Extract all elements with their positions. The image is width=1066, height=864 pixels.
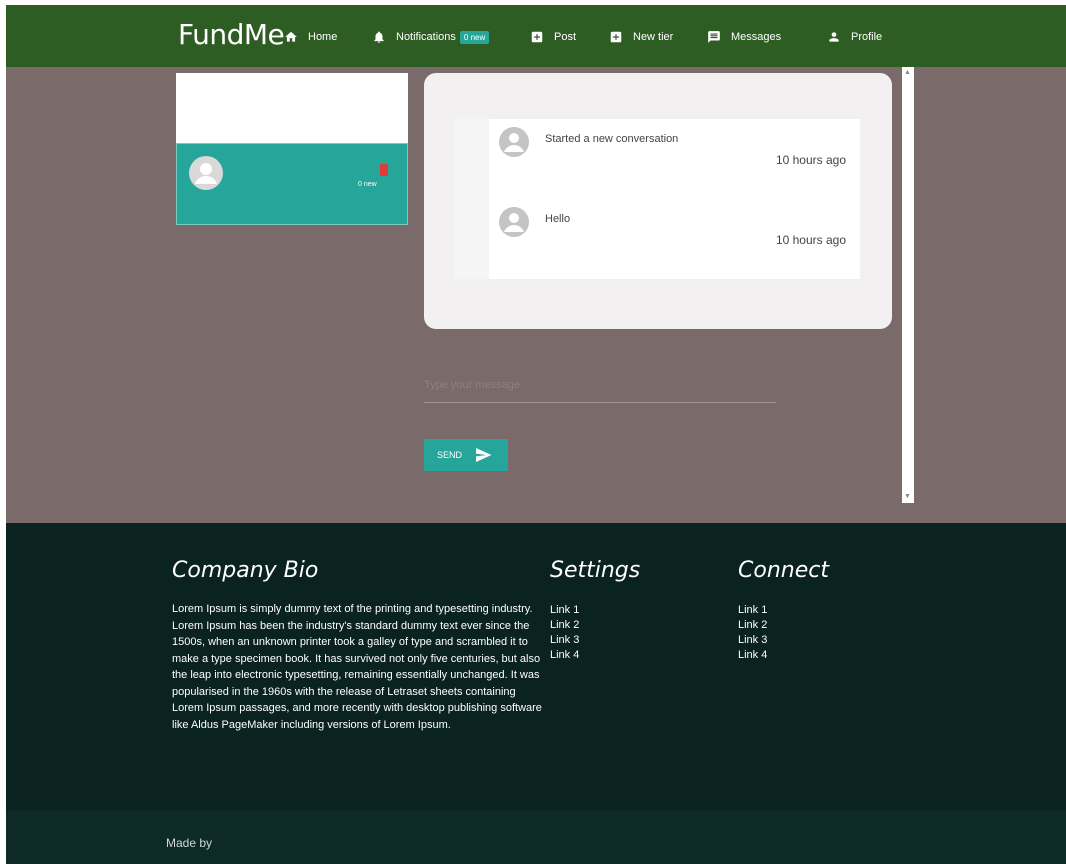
top-navbar: FundMe Home Notifications 0 new Post New…	[6, 5, 1066, 67]
home-icon	[285, 31, 297, 42]
footer: Company Bio Lorem Ipsum is simply dummy …	[6, 523, 1066, 810]
conversation-sidebar: 0 new	[176, 73, 408, 225]
add-box-icon	[610, 31, 622, 43]
brand-logo[interactable]: FundMe	[178, 18, 285, 51]
unread-flag-icon	[380, 164, 388, 176]
send-button-label: SEND	[437, 450, 463, 460]
nav-messages-label: Messages	[731, 31, 782, 43]
main-content: 0 new Started a new conversation 10 hour…	[6, 67, 1066, 523]
scroll-down-icon[interactable]: ▼	[904, 493, 911, 501]
avatar-icon	[504, 133, 524, 152]
settings-link-4[interactable]: Link 4	[550, 648, 579, 662]
nav-new-tier-label: New tier	[633, 31, 674, 43]
nav-home[interactable]: Home	[284, 27, 337, 47]
message-list[interactable]: Started a new conversation 10 hours ago …	[455, 119, 860, 279]
message-time: 10 hours ago	[775, 153, 846, 167]
send-button[interactable]: SEND	[424, 439, 508, 471]
scroll-up-icon[interactable]: ▲	[904, 69, 911, 77]
connect-link-1[interactable]: Link 1	[738, 603, 767, 617]
message-icon	[708, 31, 720, 43]
avatar	[499, 127, 529, 157]
nav-profile-label: Profile	[851, 31, 883, 43]
send-icon	[476, 448, 492, 462]
nav-profile[interactable]: Profile	[827, 27, 882, 47]
chat-panel: Started a new conversation 10 hours ago …	[424, 73, 892, 329]
footer-bottom-bar: Made by	[6, 810, 1066, 864]
nav-home-label: Home	[308, 31, 338, 43]
settings-links: Link 1 Link 2 Link 3 Link 4	[550, 603, 579, 663]
avatar	[499, 207, 529, 237]
message-text: Started a new conversation	[545, 133, 679, 145]
avatar-icon	[504, 213, 524, 232]
company-bio-heading: Company Bio	[172, 558, 319, 583]
message-text: Hello	[545, 213, 571, 225]
avatar	[189, 156, 223, 190]
nav-post[interactable]: Post	[530, 27, 576, 47]
made-by-text: Made by	[166, 836, 213, 850]
nav-messages[interactable]: Messages	[707, 27, 781, 47]
person-icon	[829, 32, 839, 42]
connect-link-3[interactable]: Link 3	[738, 633, 767, 647]
scrollbar[interactable]: ▲ ▼	[902, 67, 914, 503]
message-time: 10 hours ago	[775, 233, 846, 247]
connect-link-2[interactable]: Link 2	[738, 618, 767, 632]
bell-icon	[374, 31, 384, 43]
nav-post-label: Post	[554, 31, 577, 43]
list-item: Hello 10 hours ago	[489, 199, 860, 259]
nav-notifications-label: Notifications	[396, 31, 456, 43]
settings-link-3[interactable]: Link 3	[550, 633, 579, 647]
nav-new-tier[interactable]: New tier	[609, 27, 673, 47]
list-item: Started a new conversation 10 hours ago	[489, 119, 860, 179]
connect-links: Link 1 Link 2 Link 3 Link 4	[738, 603, 767, 663]
message-input[interactable]	[424, 367, 776, 403]
settings-link-1[interactable]: Link 1	[550, 603, 579, 617]
settings-link-2[interactable]: Link 2	[550, 618, 579, 632]
connect-link-4[interactable]: Link 4	[738, 648, 767, 662]
connect-heading: Connect	[738, 558, 829, 583]
add-box-icon	[531, 31, 543, 43]
notifications-badge: 0 new	[459, 30, 490, 44]
company-bio-text: Lorem Ipsum is simply dummy text of the …	[172, 603, 542, 731]
avatar-icon	[195, 163, 217, 184]
nav-notifications[interactable]: Notifications 0 new	[372, 27, 490, 47]
conversation-item[interactable]: 0 new	[176, 143, 408, 225]
settings-heading: Settings	[550, 558, 641, 583]
conversation-badge: 0 new	[358, 181, 377, 188]
